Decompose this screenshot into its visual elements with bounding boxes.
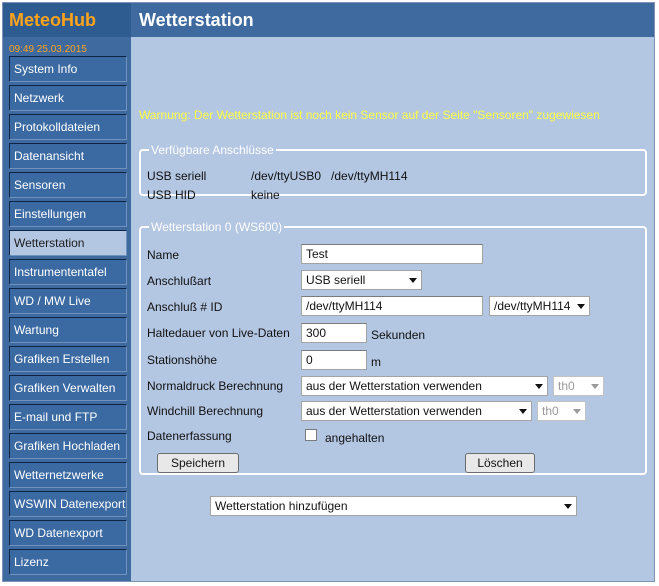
- save-button[interactable]: Speichern: [157, 453, 239, 473]
- weather-station-group: Wetterstation 0 (WS600) Name Anschlußart…: [139, 220, 647, 475]
- windchill-calculation-select[interactable]: aus der Wetterstation verwenden: [301, 401, 532, 421]
- weather-station-legend: Wetterstation 0 (WS600): [151, 220, 283, 234]
- app-frame: MeteoHub 09:49 25.03.2015 System Info Ne…: [2, 2, 655, 582]
- recording-paused-label: angehalten: [325, 431, 385, 445]
- chevron-down-icon: [573, 409, 581, 414]
- pressure-calculation-select[interactable]: aus der Wetterstation verwenden: [301, 376, 548, 396]
- altitude-label: Stationshöhe: [147, 353, 218, 367]
- connection-type-select[interactable]: USB seriell: [301, 270, 422, 290]
- app-logo: MeteoHub: [3, 3, 131, 37]
- sidebar-item-system-info[interactable]: System Info: [9, 56, 127, 82]
- name-input[interactable]: [301, 244, 483, 264]
- connection-type-value: USB seriell: [306, 273, 366, 287]
- windchill-calculation-value: aus der Wetterstation verwenden: [306, 404, 482, 418]
- connection-id-input[interactable]: [301, 296, 483, 316]
- clock: 09:49 25.03.2015: [9, 44, 87, 55]
- add-station-value: Wetterstation hinzufügen: [215, 499, 348, 513]
- available-ports-legend: Verfügbare Anschlüsse: [151, 143, 274, 157]
- page-title: Wetterstation: [131, 3, 654, 37]
- warning-message: Warnung: Der Wetterstation ist noch kein…: [139, 108, 600, 122]
- sidebar: MeteoHub 09:49 25.03.2015 System Info Ne…: [3, 3, 131, 581]
- sidebar-item-sensoren[interactable]: Sensoren: [9, 172, 127, 198]
- sidebar-item-instrumententafel[interactable]: Instrumententafel: [9, 259, 127, 285]
- altitude-input[interactable]: [301, 350, 367, 370]
- sidebar-item-email-ftp[interactable]: E-mail und FTP: [9, 404, 127, 430]
- sidebar-item-wswin-datenexport[interactable]: WSWIN Datenexport: [9, 491, 127, 517]
- sidebar-nav: System Info Netzwerk Protokolldateien Da…: [9, 56, 127, 578]
- sidebar-item-protokolldateien[interactable]: Protokolldateien: [9, 114, 127, 140]
- sidebar-item-grafiken-erstellen[interactable]: Grafiken Erstellen: [9, 346, 127, 372]
- pressure-sensor-value: th0: [558, 379, 575, 393]
- sidebar-item-datenansicht[interactable]: Datenansicht: [9, 143, 127, 169]
- windchill-calculation-label: Windchill Berechnung: [147, 404, 264, 418]
- sidebar-item-wetternetzwerke[interactable]: Wetternetzwerke: [9, 462, 127, 488]
- main-content: Warnung: Der Wetterstation ist noch kein…: [131, 37, 654, 581]
- pressure-calculation-value: aus der Wetterstation verwenden: [306, 379, 482, 393]
- sidebar-item-netzwerk[interactable]: Netzwerk: [9, 85, 127, 111]
- altitude-unit: m: [371, 355, 381, 369]
- pressure-sensor-select[interactable]: th0: [553, 376, 604, 396]
- usb-hid-value: keine: [251, 188, 280, 202]
- windchill-sensor-select[interactable]: th0: [537, 401, 586, 421]
- sidebar-item-wetterstation[interactable]: Wetterstation: [9, 230, 127, 256]
- chevron-down-icon: [577, 304, 585, 309]
- connection-id-select-value: /dev/ttyMH114: [494, 299, 571, 313]
- sidebar-item-wd-mw-live[interactable]: WD / MW Live: [9, 288, 127, 314]
- chevron-down-icon: [409, 278, 417, 283]
- hold-time-unit: Sekunden: [371, 328, 426, 342]
- hold-time-label: Haltedauer von Live-Daten: [147, 326, 290, 340]
- sidebar-item-wd-datenexport[interactable]: WD Datenexport: [9, 520, 127, 546]
- name-label: Name: [147, 248, 180, 262]
- sidebar-item-grafiken-verwalten[interactable]: Grafiken Verwalten: [9, 375, 127, 401]
- sidebar-item-einstellungen[interactable]: Einstellungen: [9, 201, 127, 227]
- chevron-down-icon: [519, 409, 527, 414]
- available-ports-group: Verfügbare Anschlüsse USB seriell /dev/t…: [139, 143, 647, 202]
- hold-time-input[interactable]: [301, 323, 367, 343]
- sidebar-item-wartung[interactable]: Wartung: [9, 317, 127, 343]
- usb-serial-label: USB seriell: [147, 169, 207, 183]
- pressure-calculation-label: Normaldruck Berechnung: [147, 379, 284, 393]
- connection-type-label: Anschlußart: [147, 274, 212, 288]
- connection-id-label: Anschluß # ID: [147, 300, 223, 314]
- sidebar-item-lizenz[interactable]: Lizenz: [9, 549, 127, 575]
- recording-paused-checkbox[interactable]: [305, 429, 317, 441]
- usb-serial-value: /dev/ttyUSB0 /dev/ttyMH114: [251, 169, 408, 183]
- windchill-sensor-value: th0: [542, 404, 559, 418]
- usb-hid-label: USB HID: [147, 188, 196, 202]
- connection-id-select[interactable]: /dev/ttyMH114: [489, 296, 590, 316]
- recording-label: Datenerfassung: [147, 429, 232, 443]
- chevron-down-icon: [564, 504, 572, 509]
- sidebar-item-grafiken-hochladen[interactable]: Grafiken Hochladen: [9, 433, 127, 459]
- chevron-down-icon: [535, 384, 543, 389]
- delete-button[interactable]: Löschen: [465, 453, 535, 473]
- add-station-select[interactable]: Wetterstation hinzufügen: [210, 496, 577, 516]
- chevron-down-icon: [591, 384, 599, 389]
